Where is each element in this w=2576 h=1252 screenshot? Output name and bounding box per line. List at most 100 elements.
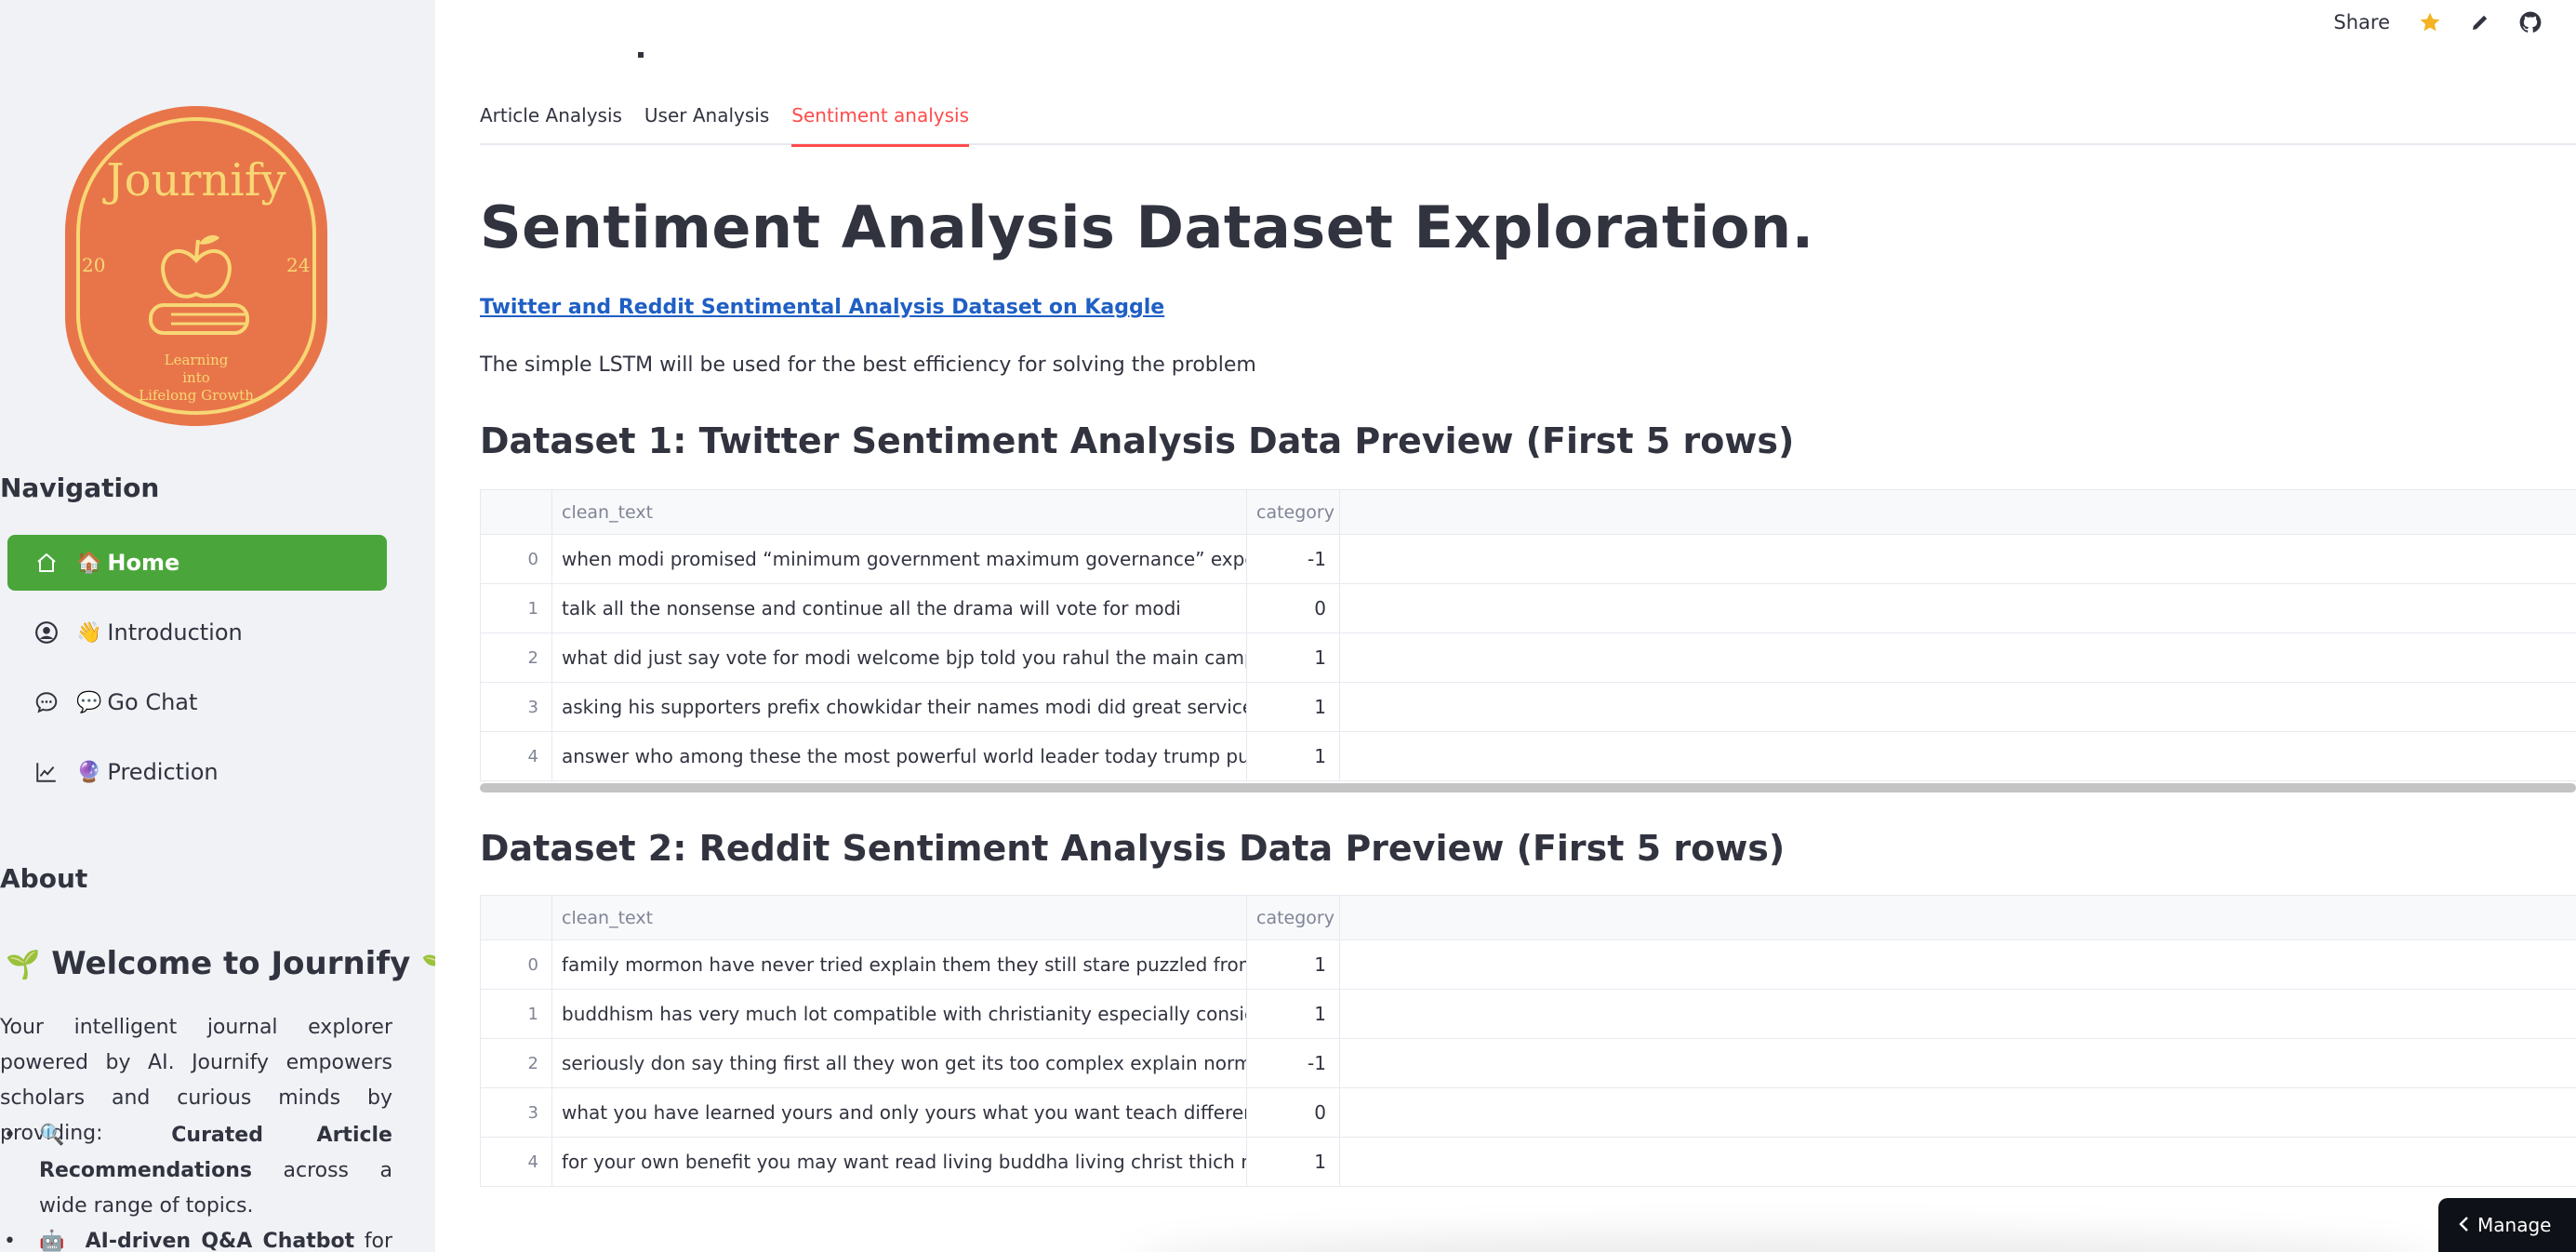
home-icon bbox=[30, 546, 63, 579]
cell-clean-text[interactable]: what did just say vote for modi welcome … bbox=[552, 633, 1247, 682]
nav-item-label: Home bbox=[107, 550, 180, 576]
row-index: 1 bbox=[481, 584, 552, 633]
magnifier-icon: 🔍 bbox=[39, 1124, 112, 1147]
dataset2-heading: Dataset 2: Reddit Sentiment Analysis Dat… bbox=[480, 828, 1786, 869]
row-index: 4 bbox=[481, 1138, 552, 1186]
welcome-text: Welcome to Journify bbox=[51, 945, 411, 982]
kaggle-dataset-link[interactable]: Twitter and Reddit Sentimental Analysis … bbox=[480, 296, 1164, 319]
svg-text:Learning: Learning bbox=[165, 352, 229, 368]
nav-item-label: Prediction bbox=[107, 759, 219, 785]
row-index: 3 bbox=[481, 1088, 552, 1137]
dataset1-table[interactable]: clean_text category 0 when modi promised… bbox=[480, 489, 2576, 781]
speech-emoji-icon: 💬 bbox=[76, 690, 102, 714]
feature-title: AI-driven Q&A Chatbot bbox=[85, 1230, 355, 1252]
table-row: 2 seriously don say thing first all they… bbox=[481, 1039, 2576, 1088]
cell-clean-text[interactable]: family mormon have never tried explain t… bbox=[552, 940, 1247, 989]
cell-clean-text[interactable]: answer who among these the most powerful… bbox=[552, 732, 1247, 780]
index-header bbox=[481, 896, 552, 939]
column-header-category[interactable]: category bbox=[1247, 490, 1340, 534]
nav-item-home[interactable]: 🏠 Home bbox=[7, 535, 387, 591]
dataset2-table[interactable]: clean_text category 0 family mormon have… bbox=[480, 895, 2576, 1187]
nav-item-go-chat[interactable]: 💬 Go Chat bbox=[7, 674, 387, 730]
house-emoji-icon: 🏠 bbox=[76, 551, 102, 575]
cell-category[interactable]: -1 bbox=[1247, 1039, 1340, 1087]
sidebar: Journify 20 24 Learning into Lifelong Gr… bbox=[0, 0, 435, 1252]
nav-menu: 🏠 Home 👋 Introduction 💬 Go Chat 🔮 Predic… bbox=[7, 535, 387, 814]
journify-logo: Journify 20 24 Learning into Lifelong Gr… bbox=[61, 102, 331, 430]
row-index: 2 bbox=[481, 633, 552, 682]
page-title: Sentiment Analysis Dataset Exploration. bbox=[480, 193, 1814, 261]
description-text: The simple LSTM will be used for the bes… bbox=[480, 353, 1256, 377]
cell-clean-text[interactable]: for your own benefit you may want read l… bbox=[552, 1138, 1247, 1186]
row-index: 4 bbox=[481, 732, 552, 780]
tab-user-analysis[interactable]: User Analysis bbox=[644, 97, 769, 145]
row-index: 0 bbox=[481, 940, 552, 989]
nav-item-introduction[interactable]: 👋 Introduction bbox=[7, 605, 387, 660]
svg-text:20: 20 bbox=[82, 254, 105, 276]
manage-app-button[interactable]: Manage bbox=[2438, 1198, 2576, 1252]
cell-category[interactable]: 0 bbox=[1247, 584, 1340, 633]
main-content: Article Analysis User Analysis Sentiment… bbox=[480, 0, 2576, 1252]
cell-category[interactable]: 1 bbox=[1247, 683, 1340, 731]
cell-category[interactable]: -1 bbox=[1247, 535, 1340, 583]
wave-emoji-icon: 👋 bbox=[76, 620, 102, 645]
cell-clean-text[interactable]: when modi promised “minimum government m… bbox=[552, 535, 1247, 583]
crystal-ball-emoji-icon: 🔮 bbox=[76, 760, 102, 784]
row-index: 1 bbox=[481, 990, 552, 1038]
robot-icon: 🤖 bbox=[39, 1230, 69, 1252]
user-circle-icon bbox=[30, 616, 63, 649]
logo-brand-text: Journify bbox=[101, 154, 285, 206]
column-header-category[interactable]: category bbox=[1247, 896, 1340, 939]
cell-category[interactable]: 0 bbox=[1247, 1088, 1340, 1137]
cell-category[interactable]: 1 bbox=[1247, 732, 1340, 780]
tab-sentiment-analysis[interactable]: Sentiment analysis bbox=[791, 97, 969, 147]
welcome-heading: 🌱 Welcome to Journify 🌱 bbox=[6, 945, 435, 982]
nav-item-prediction[interactable]: 🔮 Prediction bbox=[7, 744, 387, 800]
table-header-row: clean_text category bbox=[481, 896, 2576, 940]
nav-item-label: Introduction bbox=[107, 619, 243, 646]
cell-category[interactable]: 1 bbox=[1247, 940, 1340, 989]
table-row: 3 what you have learned yours and only y… bbox=[481, 1088, 2576, 1138]
cell-clean-text[interactable]: asking his supporters prefix chowkidar t… bbox=[552, 683, 1247, 731]
list-item: 🤖 AI-driven Q&A Chatbot for quick bbox=[0, 1224, 392, 1252]
table-row: 1 talk all the nonsense and continue all… bbox=[481, 584, 2576, 633]
svg-text:into: into bbox=[182, 369, 210, 386]
chevron-left-icon bbox=[2455, 1215, 2474, 1238]
column-header-clean-text[interactable]: clean_text bbox=[552, 490, 1247, 534]
cell-clean-text[interactable]: what you have learned yours and only you… bbox=[552, 1088, 1247, 1137]
cell-category[interactable]: 1 bbox=[1247, 1138, 1340, 1186]
table-row: 0 family mormon have never tried explain… bbox=[481, 940, 2576, 990]
row-index: 3 bbox=[481, 683, 552, 731]
svg-text:Lifelong Growth: Lifelong Growth bbox=[139, 387, 254, 404]
manage-label: Manage bbox=[2477, 1214, 2552, 1236]
cell-clean-text[interactable]: seriously don say thing first all they w… bbox=[552, 1039, 1247, 1087]
sprout-icon: 🌱 bbox=[421, 949, 435, 981]
about-heading: About bbox=[0, 863, 88, 894]
decorative-shadow bbox=[1131, 1233, 2433, 1252]
row-index: 2 bbox=[481, 1039, 552, 1087]
table-row: 1 buddhism has very much lot compatible … bbox=[481, 990, 2576, 1039]
cell-category[interactable]: 1 bbox=[1247, 990, 1340, 1038]
horizontal-scrollbar[interactable] bbox=[480, 783, 2576, 792]
table-row: 4 for your own benefit you may want read… bbox=[481, 1138, 2576, 1187]
cell-clean-text[interactable]: talk all the nonsense and continue all t… bbox=[552, 584, 1247, 633]
sprout-icon: 🌱 bbox=[6, 949, 41, 981]
line-chart-icon bbox=[30, 755, 63, 789]
nav-heading: Navigation bbox=[0, 473, 160, 503]
row-index: 0 bbox=[481, 535, 552, 583]
svg-text:24: 24 bbox=[286, 254, 310, 276]
table-header-row: clean_text category bbox=[481, 490, 2576, 535]
list-item: 🔍 Curated Article Recommendations across… bbox=[0, 1118, 392, 1224]
nav-item-label: Go Chat bbox=[107, 689, 198, 715]
chat-bubble-icon bbox=[30, 686, 63, 719]
table-row: 2 what did just say vote for modi welcom… bbox=[481, 633, 2576, 683]
table-row: 3 asking his supporters prefix chowkidar… bbox=[481, 683, 2576, 732]
index-header bbox=[481, 490, 552, 534]
tab-bar: Article Analysis User Analysis Sentiment… bbox=[480, 97, 2576, 147]
about-feature-list: 🔍 Curated Article Recommendations across… bbox=[0, 1118, 392, 1252]
cell-category[interactable]: 1 bbox=[1247, 633, 1340, 682]
column-header-clean-text[interactable]: clean_text bbox=[552, 896, 1247, 939]
cell-clean-text[interactable]: buddhism has very much lot compatible wi… bbox=[552, 990, 1247, 1038]
tab-article-analysis[interactable]: Article Analysis bbox=[480, 97, 622, 145]
table-row: 4 answer who among these the most powerf… bbox=[481, 732, 2576, 781]
